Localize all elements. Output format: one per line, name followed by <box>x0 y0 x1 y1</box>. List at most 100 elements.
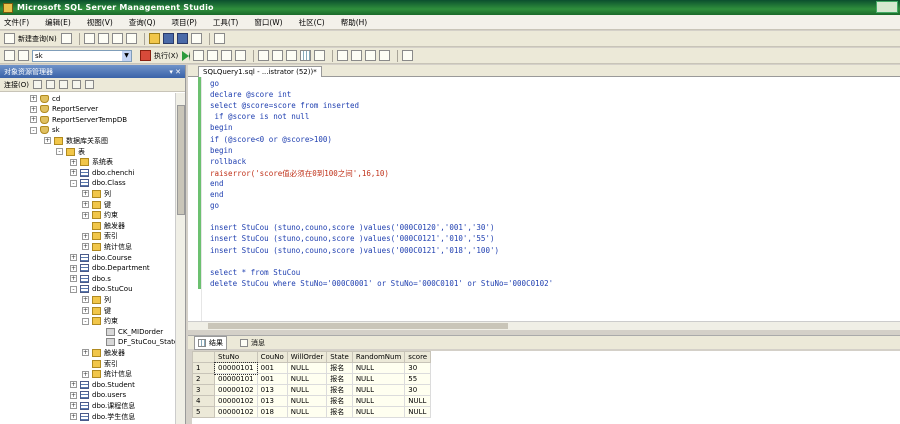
table-row[interactable]: 4 00000102 013 NULL 报名 NULL NULL <box>192 395 432 407</box>
collapse-icon[interactable]: - <box>70 179 77 187</box>
xmla-query-icon[interactable] <box>125 33 137 44</box>
table-cell[interactable]: 55 <box>404 373 432 385</box>
tree-node[interactable]: + 列 <box>82 188 111 199</box>
table-cell[interactable]: NULL <box>351 384 406 396</box>
collapse-icon[interactable]: - <box>56 148 63 155</box>
tree-node[interactable]: + dbo.Department <box>70 263 150 274</box>
tree-node[interactable]: - sk <box>30 125 60 136</box>
editor-hscrollbar[interactable] <box>188 321 900 330</box>
tree-node[interactable]: + dbo.s <box>70 273 111 284</box>
comment-icon[interactable] <box>337 50 349 61</box>
parse-icon[interactable] <box>207 50 219 61</box>
uncomment-icon[interactable] <box>351 50 363 61</box>
tab-messages[interactable]: 消息 <box>237 337 268 349</box>
connect-icon[interactable] <box>4 50 15 61</box>
tree-node[interactable]: + 约束 <box>82 210 118 221</box>
cancel-query-icon[interactable] <box>193 50 205 61</box>
expand-icon[interactable]: + <box>82 307 89 314</box>
estimated-plan-icon[interactable] <box>221 50 233 61</box>
tree-node[interactable]: + dbo.Student <box>70 379 135 390</box>
tree-scrollbar[interactable] <box>175 93 185 424</box>
available-databases-select[interactable]: sk ▼ <box>32 49 132 62</box>
table-cell[interactable]: 00000102 <box>214 406 258 418</box>
tree-node[interactable]: + 统计信息 <box>82 369 132 380</box>
menu-view[interactable]: 视图(V) <box>87 17 113 28</box>
table-row[interactable]: 1 00000101 001 NULL 报名 NULL 30 <box>192 361 432 375</box>
tree-node[interactable]: + 数据库关系图 <box>44 135 108 146</box>
tree-node[interactable]: + dbo.users <box>70 390 126 401</box>
row-number[interactable]: 3 <box>192 384 215 396</box>
new-query-button[interactable]: 新建查询(N) <box>4 32 57 45</box>
menu-tools[interactable]: 工具(T) <box>213 17 238 28</box>
filter-icon[interactable] <box>71 80 81 89</box>
scrollbar-thumb[interactable] <box>208 323 508 329</box>
tree-node[interactable]: + dbo.chenchi <box>70 167 135 178</box>
refresh-icon[interactable] <box>84 80 94 89</box>
expand-icon[interactable]: + <box>82 349 89 357</box>
expand-icon[interactable]: + <box>82 190 89 198</box>
expand-icon[interactable]: + <box>82 201 89 208</box>
table-cell[interactable]: 报名 <box>326 373 353 385</box>
tree-node[interactable]: + ReportServer <box>30 104 98 115</box>
table-cell[interactable]: 报名 <box>326 362 353 374</box>
table-cell[interactable]: 30 <box>404 384 432 396</box>
column-header[interactable]: score <box>404 351 432 363</box>
database-engine-query-icon[interactable] <box>83 33 95 44</box>
pin-icon[interactable]: ▾ ✕ <box>169 68 181 76</box>
activity-monitor-icon[interactable] <box>213 33 225 44</box>
disconnect-icon[interactable] <box>45 80 55 89</box>
table-cell[interactable]: 00000101 <box>213 361 259 375</box>
menu-help[interactable]: 帮助(H) <box>341 17 368 28</box>
tree-node[interactable]: 索引 <box>82 358 118 369</box>
table-cell[interactable]: 报名 <box>326 395 353 407</box>
results-to-text-icon[interactable] <box>286 50 298 61</box>
expand-icon[interactable]: + <box>30 105 37 113</box>
tree-node[interactable]: + 键 <box>82 199 111 210</box>
client-statistics-icon[interactable] <box>272 50 284 61</box>
collapse-icon[interactable]: - <box>30 126 37 134</box>
table-row[interactable]: 3 00000102 013 NULL 报名 NULL 30 <box>192 384 432 396</box>
menu-file[interactable]: 文件(F) <box>4 17 29 28</box>
mdx-query-icon[interactable] <box>111 33 123 44</box>
expand-icon[interactable]: + <box>82 211 89 219</box>
column-header[interactable]: StuNo <box>214 351 258 363</box>
collapse-icon[interactable]: - <box>82 317 89 325</box>
query-designer-icon[interactable] <box>235 50 247 61</box>
tree-node[interactable]: + cd <box>30 93 60 104</box>
stop-icon[interactable] <box>58 80 68 89</box>
row-number[interactable]: 2 <box>192 373 215 385</box>
table-cell[interactable]: NULL <box>286 373 328 385</box>
expand-icon[interactable]: + <box>30 95 37 102</box>
close-button[interactable] <box>876 1 898 13</box>
new-file-icon[interactable] <box>60 33 72 44</box>
table-cell[interactable]: NULL <box>351 406 406 418</box>
menu-project[interactable]: 项目(P) <box>172 17 197 28</box>
tree-node[interactable]: + dbo.学生信息 <box>70 411 135 422</box>
column-header[interactable]: RandomNum <box>351 351 406 363</box>
table-cell[interactable]: 018 <box>256 406 288 418</box>
column-header[interactable]: WillOrder <box>286 351 328 363</box>
query-editor[interactable]: go declare @score int select @score=score … <box>188 77 900 329</box>
print-icon[interactable] <box>190 33 202 44</box>
expand-icon[interactable]: + <box>70 402 77 410</box>
tree-node[interactable]: CK_MIDorder <box>96 326 163 337</box>
table-cell[interactable]: 013 <box>256 395 288 407</box>
table-cell[interactable]: NULL <box>286 384 328 396</box>
save-all-icon[interactable] <box>176 33 188 44</box>
expand-icon[interactable]: + <box>70 264 77 272</box>
table-cell[interactable]: 001 <box>256 373 288 385</box>
table-cell[interactable]: 报名 <box>326 384 353 396</box>
menu-window[interactable]: 窗口(W) <box>254 17 282 28</box>
tree-node[interactable]: - dbo.StuCou <box>70 284 133 295</box>
expand-icon[interactable]: + <box>30 116 37 124</box>
table-cell[interactable]: NULL <box>351 373 406 385</box>
table-cell[interactable]: NULL <box>351 395 406 407</box>
expand-icon[interactable]: + <box>70 391 77 399</box>
table-cell[interactable]: 00000102 <box>214 384 258 396</box>
table-cell[interactable]: 30 <box>404 362 432 374</box>
menu-query[interactable]: 查询(Q) <box>129 17 156 28</box>
menu-edit[interactable]: 编辑(E) <box>45 17 71 28</box>
table-cell[interactable]: NULL <box>286 362 328 374</box>
table-cell[interactable]: 013 <box>256 384 288 396</box>
table-cell[interactable]: 00000102 <box>214 395 258 407</box>
